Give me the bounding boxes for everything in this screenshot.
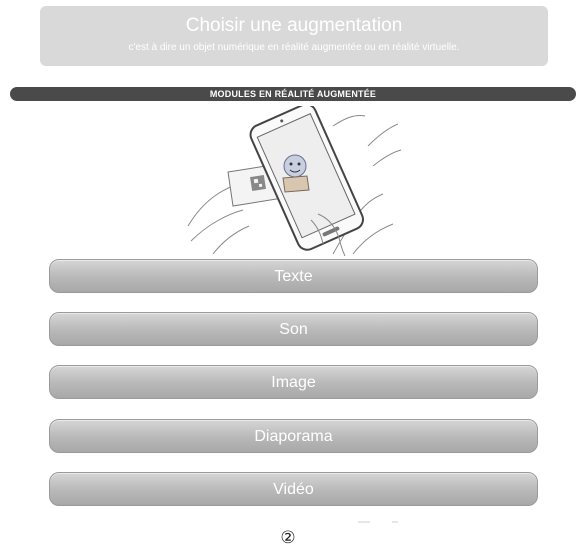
step-number: ②: [280, 528, 296, 548]
divider: [358, 521, 398, 523]
header-title: Choisir une augmentation: [185, 15, 403, 36]
instruction-header: Choisir une augmentation c'est à dire un…: [40, 6, 548, 66]
section-heading-ar-modules: MODULES EN RÉALITÉ AUGMENTÉE: [10, 87, 576, 101]
header-subtitle: c'est à dire un objet numérique en réali…: [128, 42, 460, 53]
module-button-image[interactable]: Image: [49, 365, 538, 399]
module-button-video[interactable]: Vidéo: [49, 472, 538, 506]
module-button-son[interactable]: Son: [49, 312, 538, 346]
module-button-diaporama[interactable]: Diaporama: [49, 419, 538, 453]
phone-scanning-qr-illustration: [183, 103, 403, 257]
module-button-texte[interactable]: Texte: [49, 259, 538, 293]
phone-scanning-qr-icon: [187, 103, 402, 257]
